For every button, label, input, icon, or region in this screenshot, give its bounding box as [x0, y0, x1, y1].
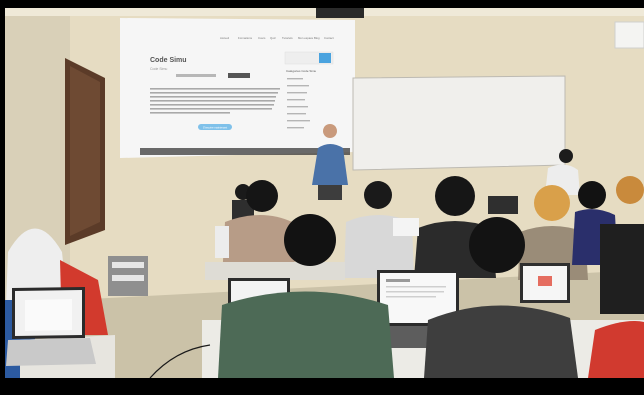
projected-nav-item: Contact — [324, 36, 334, 40]
air-conditioner — [614, 21, 644, 49]
projected-nav-item: Quiz — [270, 36, 276, 40]
projected-button — [228, 73, 250, 78]
projected-site-title: Code Simu — [150, 57, 187, 64]
laptop-left — [6, 287, 96, 366]
projected-search-button — [319, 53, 331, 63]
projected-cta-label: S'inscrire maintenant — [203, 125, 227, 129]
bottom-bar — [0, 378, 644, 395]
laptop-right — [520, 263, 570, 303]
projected-nav-item: Blog — [314, 36, 320, 40]
projected-nav-item: Formations — [238, 36, 253, 40]
whiteboard — [352, 75, 566, 171]
projected-site-subtitle: Code Simu — [150, 67, 167, 71]
projected-nav-item: Cours — [258, 36, 266, 40]
projected-nav-item: Tutoriels — [282, 36, 293, 40]
door-panel — [70, 66, 100, 236]
projected-meta-line — [176, 74, 216, 77]
projected-nav-item: Mon espace — [298, 36, 314, 40]
projector — [316, 8, 364, 18]
projected-sidebar-heading: Catégories Code Simu — [286, 69, 317, 73]
classroom-photo: Code Simu Code Simu Accueil Formations C… — [0, 0, 644, 395]
classroom-scene: Code Simu Code Simu Accueil Formations C… — [0, 0, 644, 395]
projected-nav-item: Accueil — [220, 36, 229, 40]
